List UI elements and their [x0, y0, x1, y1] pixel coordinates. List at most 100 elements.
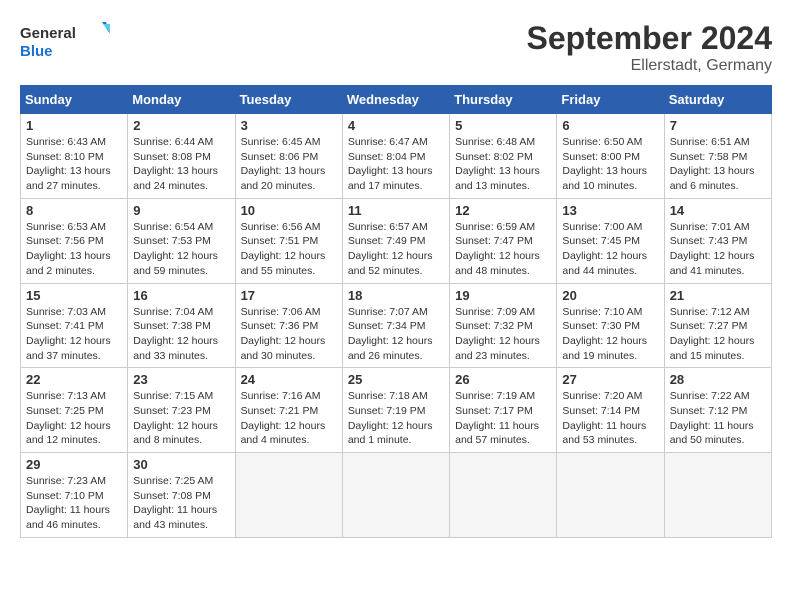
- day-number: 17: [241, 288, 337, 303]
- title-block: September 2024 Ellerstadt, Germany: [527, 20, 772, 75]
- day-cell: 20 Sunrise: 7:10 AMSunset: 7:30 PMDaylig…: [557, 283, 664, 368]
- day-number: 2: [133, 118, 229, 133]
- day-info: Sunrise: 7:15 AMSunset: 7:23 PMDaylight:…: [133, 389, 229, 448]
- day-info: Sunrise: 7:06 AMSunset: 7:36 PMDaylight:…: [241, 305, 337, 364]
- day-number: 3: [241, 118, 337, 133]
- day-number: 30: [133, 457, 229, 472]
- day-info: Sunrise: 6:54 AMSunset: 7:53 PMDaylight:…: [133, 220, 229, 279]
- day-cell: 27 Sunrise: 7:20 AMSunset: 7:14 PMDaylig…: [557, 368, 664, 453]
- day-cell: 7 Sunrise: 6:51 AMSunset: 7:58 PMDayligh…: [664, 114, 771, 199]
- day-number: 10: [241, 203, 337, 218]
- day-cell: 12 Sunrise: 6:59 AMSunset: 7:47 PMDaylig…: [450, 198, 557, 283]
- day-info: Sunrise: 6:57 AMSunset: 7:49 PMDaylight:…: [348, 220, 444, 279]
- week-row: 8 Sunrise: 6:53 AMSunset: 7:56 PMDayligh…: [21, 198, 772, 283]
- day-cell: 14 Sunrise: 7:01 AMSunset: 7:43 PMDaylig…: [664, 198, 771, 283]
- day-cell: 16 Sunrise: 7:04 AMSunset: 7:38 PMDaylig…: [128, 283, 235, 368]
- col-saturday: Saturday: [664, 86, 771, 114]
- day-number: 6: [562, 118, 658, 133]
- day-number: 19: [455, 288, 551, 303]
- day-info: Sunrise: 6:43 AMSunset: 8:10 PMDaylight:…: [26, 135, 122, 194]
- day-cell: 8 Sunrise: 6:53 AMSunset: 7:56 PMDayligh…: [21, 198, 128, 283]
- day-number: 16: [133, 288, 229, 303]
- day-number: 29: [26, 457, 122, 472]
- col-monday: Monday: [128, 86, 235, 114]
- day-info: Sunrise: 6:51 AMSunset: 7:58 PMDaylight:…: [670, 135, 766, 194]
- day-cell: 30 Sunrise: 7:25 AMSunset: 7:08 PMDaylig…: [128, 453, 235, 538]
- day-number: 11: [348, 203, 444, 218]
- day-number: 8: [26, 203, 122, 218]
- empty-cell: [342, 453, 449, 538]
- day-number: 5: [455, 118, 551, 133]
- day-number: 20: [562, 288, 658, 303]
- day-cell: 28 Sunrise: 7:22 AMSunset: 7:12 PMDaylig…: [664, 368, 771, 453]
- day-number: 27: [562, 372, 658, 387]
- day-info: Sunrise: 7:03 AMSunset: 7:41 PMDaylight:…: [26, 305, 122, 364]
- day-info: Sunrise: 7:09 AMSunset: 7:32 PMDaylight:…: [455, 305, 551, 364]
- day-info: Sunrise: 7:22 AMSunset: 7:12 PMDaylight:…: [670, 389, 766, 448]
- day-info: Sunrise: 7:18 AMSunset: 7:19 PMDaylight:…: [348, 389, 444, 448]
- day-cell: 24 Sunrise: 7:16 AMSunset: 7:21 PMDaylig…: [235, 368, 342, 453]
- day-cell: 17 Sunrise: 7:06 AMSunset: 7:36 PMDaylig…: [235, 283, 342, 368]
- empty-cell: [557, 453, 664, 538]
- day-info: Sunrise: 6:50 AMSunset: 8:00 PMDaylight:…: [562, 135, 658, 194]
- day-info: Sunrise: 7:07 AMSunset: 7:34 PMDaylight:…: [348, 305, 444, 364]
- logo-svg: General Blue: [20, 20, 110, 65]
- col-tuesday: Tuesday: [235, 86, 342, 114]
- day-number: 28: [670, 372, 766, 387]
- empty-cell: [664, 453, 771, 538]
- page-header: General Blue September 2024 Ellerstadt, …: [20, 20, 772, 75]
- day-cell: 29 Sunrise: 7:23 AMSunset: 7:10 PMDaylig…: [21, 453, 128, 538]
- day-cell: 9 Sunrise: 6:54 AMSunset: 7:53 PMDayligh…: [128, 198, 235, 283]
- day-number: 23: [133, 372, 229, 387]
- day-number: 25: [348, 372, 444, 387]
- location: Ellerstadt, Germany: [527, 57, 772, 75]
- day-info: Sunrise: 7:01 AMSunset: 7:43 PMDaylight:…: [670, 220, 766, 279]
- day-info: Sunrise: 7:20 AMSunset: 7:14 PMDaylight:…: [562, 389, 658, 448]
- week-row: 22 Sunrise: 7:13 AMSunset: 7:25 PMDaylig…: [21, 368, 772, 453]
- col-friday: Friday: [557, 86, 664, 114]
- svg-text:General: General: [20, 25, 76, 42]
- col-thursday: Thursday: [450, 86, 557, 114]
- logo: General Blue: [20, 20, 110, 65]
- day-cell: 3 Sunrise: 6:45 AMSunset: 8:06 PMDayligh…: [235, 114, 342, 199]
- day-cell: 5 Sunrise: 6:48 AMSunset: 8:02 PMDayligh…: [450, 114, 557, 199]
- day-info: Sunrise: 6:45 AMSunset: 8:06 PMDaylight:…: [241, 135, 337, 194]
- day-cell: 21 Sunrise: 7:12 AMSunset: 7:27 PMDaylig…: [664, 283, 771, 368]
- day-info: Sunrise: 7:04 AMSunset: 7:38 PMDaylight:…: [133, 305, 229, 364]
- day-cell: 22 Sunrise: 7:13 AMSunset: 7:25 PMDaylig…: [21, 368, 128, 453]
- day-cell: 6 Sunrise: 6:50 AMSunset: 8:00 PMDayligh…: [557, 114, 664, 199]
- week-row: 15 Sunrise: 7:03 AMSunset: 7:41 PMDaylig…: [21, 283, 772, 368]
- day-cell: 25 Sunrise: 7:18 AMSunset: 7:19 PMDaylig…: [342, 368, 449, 453]
- day-info: Sunrise: 7:19 AMSunset: 7:17 PMDaylight:…: [455, 389, 551, 448]
- empty-cell: [235, 453, 342, 538]
- day-cell: 10 Sunrise: 6:56 AMSunset: 7:51 PMDaylig…: [235, 198, 342, 283]
- day-info: Sunrise: 7:10 AMSunset: 7:30 PMDaylight:…: [562, 305, 658, 364]
- day-number: 22: [26, 372, 122, 387]
- day-cell: 1 Sunrise: 6:43 AMSunset: 8:10 PMDayligh…: [21, 114, 128, 199]
- day-info: Sunrise: 6:44 AMSunset: 8:08 PMDaylight:…: [133, 135, 229, 194]
- day-info: Sunrise: 6:47 AMSunset: 8:04 PMDaylight:…: [348, 135, 444, 194]
- month-title: September 2024: [527, 20, 772, 57]
- day-cell: 13 Sunrise: 7:00 AMSunset: 7:45 PMDaylig…: [557, 198, 664, 283]
- day-number: 9: [133, 203, 229, 218]
- day-info: Sunrise: 6:59 AMSunset: 7:47 PMDaylight:…: [455, 220, 551, 279]
- calendar-table: Sunday Monday Tuesday Wednesday Thursday…: [20, 85, 772, 538]
- day-info: Sunrise: 7:13 AMSunset: 7:25 PMDaylight:…: [26, 389, 122, 448]
- day-number: 7: [670, 118, 766, 133]
- day-cell: 15 Sunrise: 7:03 AMSunset: 7:41 PMDaylig…: [21, 283, 128, 368]
- day-cell: 11 Sunrise: 6:57 AMSunset: 7:49 PMDaylig…: [342, 198, 449, 283]
- day-info: Sunrise: 7:25 AMSunset: 7:08 PMDaylight:…: [133, 474, 229, 533]
- col-wednesday: Wednesday: [342, 86, 449, 114]
- empty-cell: [450, 453, 557, 538]
- day-info: Sunrise: 7:23 AMSunset: 7:10 PMDaylight:…: [26, 474, 122, 533]
- day-cell: 19 Sunrise: 7:09 AMSunset: 7:32 PMDaylig…: [450, 283, 557, 368]
- day-cell: 4 Sunrise: 6:47 AMSunset: 8:04 PMDayligh…: [342, 114, 449, 199]
- day-number: 26: [455, 372, 551, 387]
- day-number: 18: [348, 288, 444, 303]
- day-number: 4: [348, 118, 444, 133]
- day-info: Sunrise: 6:56 AMSunset: 7:51 PMDaylight:…: [241, 220, 337, 279]
- day-cell: 18 Sunrise: 7:07 AMSunset: 7:34 PMDaylig…: [342, 283, 449, 368]
- day-info: Sunrise: 7:16 AMSunset: 7:21 PMDaylight:…: [241, 389, 337, 448]
- day-cell: 23 Sunrise: 7:15 AMSunset: 7:23 PMDaylig…: [128, 368, 235, 453]
- day-info: Sunrise: 7:12 AMSunset: 7:27 PMDaylight:…: [670, 305, 766, 364]
